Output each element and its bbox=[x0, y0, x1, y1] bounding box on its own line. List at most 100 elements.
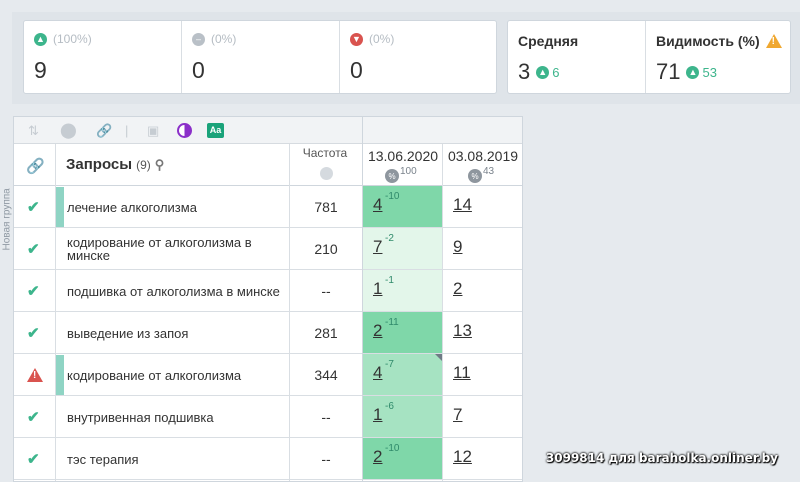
watermark: 3099814 для baraholka.onliner.by bbox=[545, 451, 778, 465]
table-row[interactable]: ✔ тэс терапия -- 2 -10 12 bbox=[14, 438, 522, 480]
position-delta: -7 bbox=[385, 359, 394, 370]
frequency-value: -- bbox=[321, 451, 331, 467]
check-icon: ✔ bbox=[27, 199, 40, 216]
stat-flat[interactable]: – (0%) 0 bbox=[181, 21, 339, 93]
frequency-value: 781 bbox=[314, 199, 338, 215]
arrow-up-icon: ▲ bbox=[34, 32, 47, 46]
position-delta: -10 bbox=[385, 191, 400, 202]
position-value[interactable]: 7 bbox=[373, 237, 382, 257]
table-row[interactable]: ✔ кодирование от алкоголизма в минске 210 7… bbox=[14, 228, 522, 270]
position-value[interactable]: 2 bbox=[453, 279, 462, 299]
position-cell[interactable]: 4 -7 bbox=[363, 354, 442, 395]
frequency-value: 344 bbox=[314, 367, 338, 383]
date2-header[interactable]: 03.08.2019 bbox=[443, 148, 522, 164]
position-cell[interactable]: 12 bbox=[453, 438, 522, 480]
position-delta: -2 bbox=[385, 233, 394, 244]
date1-header[interactable]: 13.06.2020 bbox=[363, 148, 443, 164]
position-cell[interactable]: 11 bbox=[453, 354, 522, 396]
visibility-value: 71 bbox=[656, 59, 681, 84]
col-divider bbox=[362, 117, 363, 481]
frequency-value: -- bbox=[321, 409, 331, 425]
sort-icon[interactable]: ⇅ bbox=[28, 123, 39, 139]
position-value[interactable]: 13 bbox=[453, 321, 472, 341]
percent-icon: % bbox=[385, 169, 399, 183]
position-cell[interactable]: 13 bbox=[453, 312, 522, 354]
queries-table: ⇅ ⬤ 🔗 | ▣ Aa 🔗 Запросы (9) ⚲ Частота 13.06… bbox=[13, 116, 523, 482]
position-cell[interactable]: 4 -10 bbox=[363, 186, 442, 227]
position-value[interactable]: 4 bbox=[373, 195, 382, 215]
date2-badge: 43 bbox=[483, 166, 495, 177]
search-icon[interactable]: ⚲ bbox=[155, 157, 165, 173]
stat-up[interactable]: ▲ (100%) 9 bbox=[24, 21, 181, 93]
average-delta: 6 bbox=[552, 64, 560, 80]
position-cell[interactable]: 2 -11 bbox=[363, 312, 442, 353]
position-value[interactable]: 2 bbox=[373, 321, 382, 341]
position-delta: -11 bbox=[385, 317, 399, 328]
link-icon[interactable]: 🔗 bbox=[96, 123, 112, 139]
frequency-value: 210 bbox=[314, 241, 338, 257]
arrow-up-icon: ▲ bbox=[686, 65, 700, 79]
table-row[interactable]: ✔ выведение из запоя 281 2 -11 13 bbox=[14, 312, 522, 354]
query-text[interactable]: выведение из запоя bbox=[67, 312, 289, 354]
table-row[interactable]: ✔ внутривенная подшивка -- 1 -6 7 bbox=[14, 396, 522, 438]
average-cell: Средняя 3 ▲ 6 bbox=[508, 21, 645, 93]
query-text[interactable]: подшивка от алкоголизма в минске bbox=[67, 270, 289, 312]
position-value[interactable]: 9 bbox=[453, 237, 462, 257]
position-cell[interactable]: 7 -2 bbox=[363, 228, 442, 269]
position-value[interactable]: 1 bbox=[373, 279, 382, 299]
toggle-icon[interactable]: ⬤ bbox=[60, 121, 77, 139]
stat-down[interactable]: ▼ (0%) 0 bbox=[339, 21, 496, 93]
average-value: 3 bbox=[518, 59, 531, 84]
query-text[interactable]: тэс терапия bbox=[67, 438, 289, 480]
position-value[interactable]: 7 bbox=[453, 405, 462, 425]
group-label[interactable]: Новая группа bbox=[2, 188, 13, 250]
warning-icon[interactable] bbox=[765, 34, 782, 48]
position-value[interactable]: 12 bbox=[453, 447, 472, 467]
position-delta: -1 bbox=[385, 275, 394, 286]
check-icon: ✔ bbox=[27, 409, 40, 426]
position-delta: -10 bbox=[385, 443, 400, 454]
position-value[interactable]: 2 bbox=[373, 447, 382, 467]
check-icon: ✔ bbox=[27, 325, 40, 342]
arrow-down-icon: ▼ bbox=[350, 32, 363, 46]
queries-title: Запросы bbox=[66, 156, 133, 173]
table-row[interactable]: ✔ лечение алкоголизма 781 4 -10 14 bbox=[14, 186, 522, 228]
position-value[interactable]: 4 bbox=[373, 363, 382, 383]
stat-flat-pct: (0%) bbox=[211, 32, 237, 46]
query-text[interactable]: кодирование от алкоголизма bbox=[67, 354, 289, 396]
query-text[interactable]: внутривенная подшивка bbox=[67, 396, 289, 438]
table-row[interactable]: кодирование от алкоголизма 344 4-7 11 bbox=[14, 354, 522, 396]
contrast-icon[interactable] bbox=[177, 123, 192, 138]
globe-icon bbox=[320, 167, 333, 180]
position-delta: -6 bbox=[385, 401, 394, 412]
stat-up-value: 9 bbox=[34, 57, 47, 83]
position-cell[interactable]: 2 bbox=[453, 270, 522, 312]
position-value[interactable]: 11 bbox=[453, 363, 471, 383]
position-cell[interactable]: 7 bbox=[453, 396, 522, 438]
stats-panel: ▲ (100%) 9 – (0%) 0 ▼ (0%) 0 Средняя 3 ▲ 6 Ви… bbox=[12, 12, 800, 104]
position-cell[interactable]: 9 bbox=[453, 228, 522, 270]
link-icon[interactable]: 🔗 bbox=[26, 157, 45, 175]
frequency-header[interactable]: Частота bbox=[288, 146, 362, 160]
position-value[interactable]: 1 bbox=[373, 405, 382, 425]
position-cell[interactable]: 2 -10 bbox=[363, 438, 442, 479]
position-cell[interactable]: 14 bbox=[453, 186, 522, 228]
query-text[interactable]: кодирование от алкоголизма в минске bbox=[67, 228, 289, 270]
col-divider bbox=[442, 144, 443, 481]
date1-badge: 100 bbox=[400, 166, 417, 177]
font-icon[interactable]: Aa bbox=[207, 123, 224, 138]
table-row[interactable]: ✔ подшивка от алкоголизма в минске -- 1 -1 2 bbox=[14, 270, 522, 312]
position-cell[interactable]: 1 -1 bbox=[363, 270, 442, 311]
summary-card: Средняя 3▲6 Видимость (%) 71▲53 bbox=[507, 20, 791, 94]
stat-up-pct: (100%) bbox=[53, 32, 92, 46]
query-text[interactable]: лечение алкоголизма bbox=[67, 186, 289, 228]
save-icon[interactable]: ▣ bbox=[147, 123, 159, 139]
warning-icon bbox=[27, 368, 43, 382]
note-corner-icon bbox=[435, 354, 442, 361]
position-cell[interactable]: 1 -6 bbox=[363, 396, 442, 437]
stat-down-pct: (0%) bbox=[369, 32, 395, 46]
position-value[interactable]: 14 bbox=[453, 195, 472, 215]
visibility-delta: 53 bbox=[702, 64, 717, 80]
row-marker bbox=[56, 355, 64, 395]
check-icon: ✔ bbox=[27, 283, 40, 300]
